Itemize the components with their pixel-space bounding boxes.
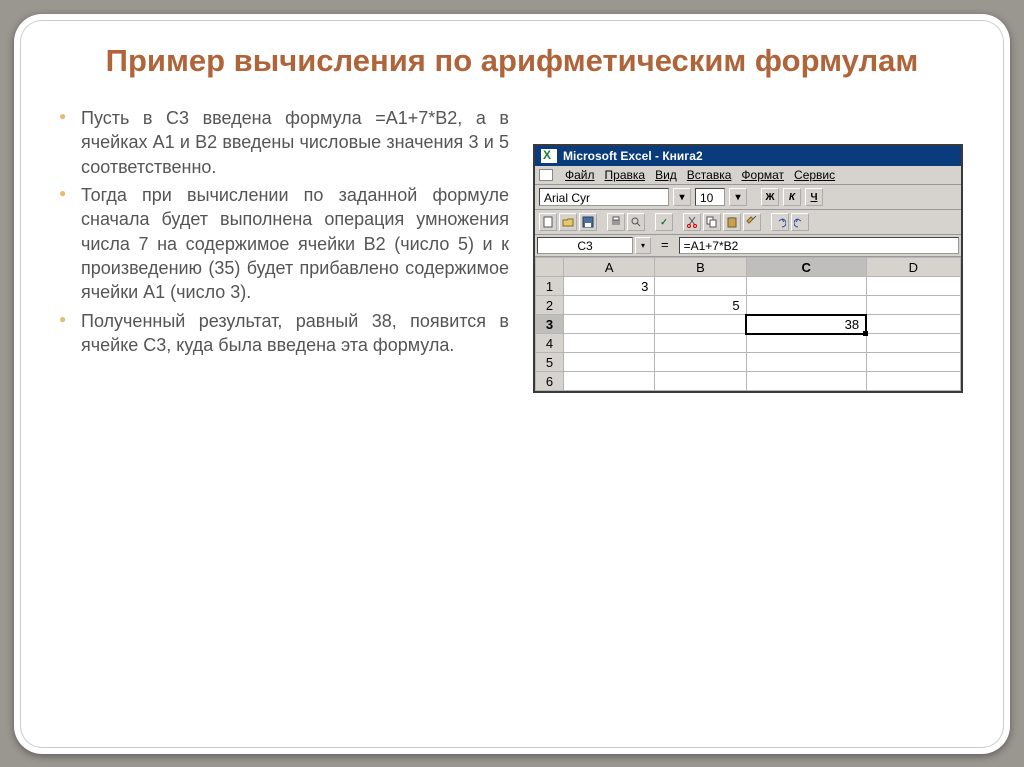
bold-button[interactable]: Ж [761, 188, 779, 206]
equals-label: = [651, 235, 679, 256]
cell-b5[interactable] [655, 353, 746, 372]
open-icon[interactable] [559, 213, 577, 231]
cell-d1[interactable] [866, 277, 960, 296]
cell-a4[interactable] [564, 334, 655, 353]
preview-icon[interactable] [627, 213, 645, 231]
excel-menubar: Файл Правка Вид Вставка Формат Сервис [535, 166, 961, 185]
menu-insert[interactable]: Вставка [687, 168, 732, 182]
font-name-selector[interactable]: Arial Cyr [539, 188, 669, 206]
cell-d4[interactable] [866, 334, 960, 353]
excel-icon [541, 149, 557, 163]
excel-title-text: Microsoft Excel - Книга2 [563, 149, 703, 163]
name-box[interactable]: C3 [537, 237, 633, 254]
formatting-toolbar: Arial Cyr ▾ 10 ▾ Ж К Ч [535, 185, 961, 210]
row-header-1[interactable]: 1 [536, 277, 564, 296]
cell-b4[interactable] [655, 334, 746, 353]
bullet-item: Тогда при вычислении по заданной формуле… [59, 183, 509, 304]
underline-button[interactable]: Ч [805, 188, 823, 206]
cell-c4[interactable] [746, 334, 866, 353]
col-header-c[interactable]: C [746, 258, 866, 277]
doc-icon [539, 169, 553, 181]
cell-b1[interactable] [655, 277, 746, 296]
excel-window: Microsoft Excel - Книга2 Файл Правка Вид… [533, 144, 963, 393]
cell-b6[interactable] [655, 372, 746, 391]
cell-d5[interactable] [866, 353, 960, 372]
excel-column: Microsoft Excel - Книга2 Файл Правка Вид… [533, 106, 965, 393]
row-header-6[interactable]: 6 [536, 372, 564, 391]
row-header-2[interactable]: 2 [536, 296, 564, 315]
slide-content: Пример вычисления по арифметическим форм… [20, 20, 1004, 748]
select-all-corner[interactable] [536, 258, 564, 277]
redo-icon[interactable] [791, 213, 809, 231]
paste-icon[interactable] [723, 213, 741, 231]
print-icon[interactable] [607, 213, 625, 231]
menu-tools[interactable]: Сервис [794, 168, 835, 182]
cell-b3[interactable] [655, 315, 746, 334]
col-header-a[interactable]: A [564, 258, 655, 277]
cell-c5[interactable] [746, 353, 866, 372]
row-header-3[interactable]: 3 [536, 315, 564, 334]
formula-input[interactable]: =A1+7*B2 [679, 237, 959, 254]
col-header-b[interactable]: B [655, 258, 746, 277]
standard-toolbar: ✓ [535, 210, 961, 235]
cell-d6[interactable] [866, 372, 960, 391]
cell-c6[interactable] [746, 372, 866, 391]
bullet-list: Пусть в С3 введена формула =А1+7*В2, а в… [59, 106, 509, 357]
bullet-item: Полученный результат, равный 38, появитс… [59, 309, 509, 358]
size-dropdown-icon[interactable]: ▾ [729, 188, 747, 206]
slide-title: Пример вычисления по арифметическим форм… [59, 43, 965, 79]
cell-a1[interactable]: 3 [564, 277, 655, 296]
menu-view[interactable]: Вид [655, 168, 677, 182]
menu-edit[interactable]: Правка [605, 168, 646, 182]
cell-c2[interactable] [746, 296, 866, 315]
col-header-d[interactable]: D [866, 258, 960, 277]
slide-frame: Пример вычисления по арифметическим форм… [14, 14, 1010, 754]
menu-file[interactable]: Файл [565, 168, 595, 182]
spell-icon[interactable]: ✓ [655, 213, 673, 231]
save-icon[interactable] [579, 213, 597, 231]
excel-titlebar: Microsoft Excel - Книга2 [535, 146, 961, 166]
text-column: Пусть в С3 введена формула =А1+7*В2, а в… [59, 106, 509, 393]
content-row: Пусть в С3 введена формула =А1+7*В2, а в… [59, 106, 965, 393]
cell-a5[interactable] [564, 353, 655, 372]
cut-icon[interactable] [683, 213, 701, 231]
cell-d2[interactable] [866, 296, 960, 315]
menu-format[interactable]: Формат [741, 168, 784, 182]
row-header-5[interactable]: 5 [536, 353, 564, 372]
cell-c1[interactable] [746, 277, 866, 296]
cell-a2[interactable] [564, 296, 655, 315]
new-icon[interactable] [539, 213, 557, 231]
row-header-4[interactable]: 4 [536, 334, 564, 353]
undo-icon[interactable] [771, 213, 789, 231]
cell-b2[interactable]: 5 [655, 296, 746, 315]
copy-icon[interactable] [703, 213, 721, 231]
cell-c3[interactable]: 38 [746, 315, 866, 334]
format-painter-icon[interactable] [743, 213, 761, 231]
italic-button[interactable]: К [783, 188, 801, 206]
cell-d3[interactable] [866, 315, 960, 334]
spreadsheet-grid: A B C D 1 3 2 [535, 257, 961, 391]
formula-bar: C3 ▾ = =A1+7*B2 [535, 235, 961, 257]
cell-a3[interactable] [564, 315, 655, 334]
bullet-item: Пусть в С3 введена формула =А1+7*В2, а в… [59, 106, 509, 179]
font-dropdown-icon[interactable]: ▾ [673, 188, 691, 206]
name-box-dropdown-icon[interactable]: ▾ [635, 237, 651, 254]
cell-a6[interactable] [564, 372, 655, 391]
font-size-selector[interactable]: 10 [695, 188, 725, 206]
